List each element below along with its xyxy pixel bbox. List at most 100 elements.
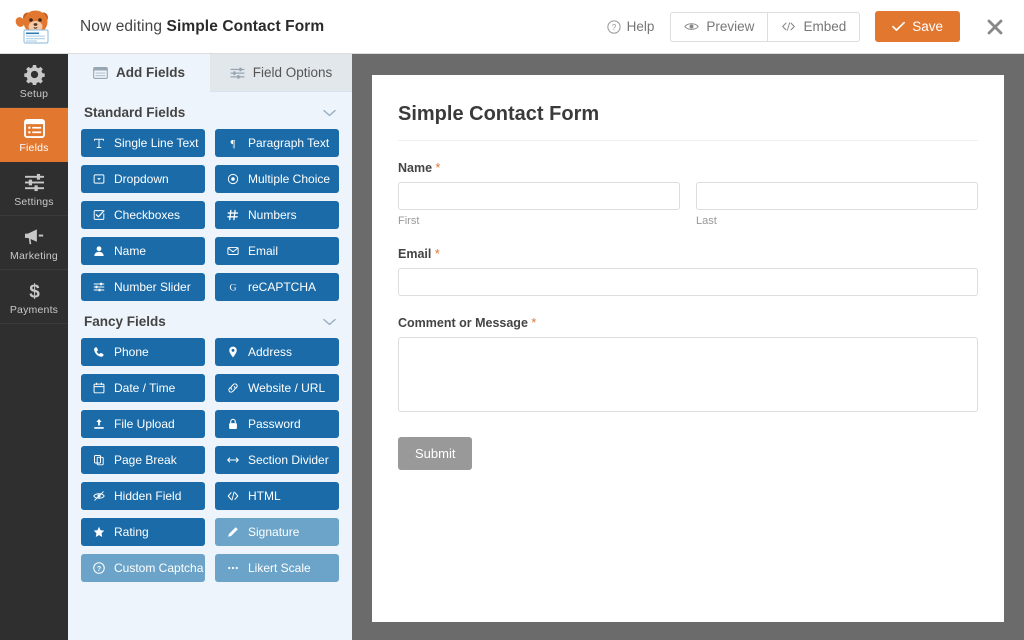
- name-first-col: First: [398, 182, 680, 227]
- field-button-label: reCAPTCHA: [248, 280, 317, 294]
- field-button-name[interactable]: Name: [81, 237, 205, 265]
- svg-text:?: ?: [611, 23, 616, 32]
- star-icon: [92, 526, 105, 538]
- tab-add-fields[interactable]: Add Fields: [68, 54, 210, 92]
- field-button-label: Signature: [248, 525, 300, 539]
- sidebar-label-fields: Fields: [19, 141, 49, 154]
- submit-button[interactable]: Submit: [398, 437, 473, 470]
- check-icon: [892, 21, 906, 31]
- field-button-custom-captcha[interactable]: ? Custom Captcha: [81, 554, 205, 582]
- builder-sidebar: Setup Fields Settings Marketing $ Paymen…: [0, 54, 68, 640]
- field-button-phone[interactable]: Phone: [81, 338, 205, 366]
- tab-field-options[interactable]: Field Options: [210, 54, 352, 92]
- dollar-icon: $: [24, 280, 45, 300]
- preview-button[interactable]: Preview: [670, 11, 768, 42]
- tab-add-fields-label: Add Fields: [115, 65, 185, 80]
- field-button-single-line-text[interactable]: Single Line Text: [81, 129, 205, 157]
- hash-icon: [226, 209, 239, 221]
- close-builder-button[interactable]: [966, 0, 1024, 54]
- editing-title: Now editing Simple Contact Form: [80, 18, 324, 36]
- field-button-date-time[interactable]: Date / Time: [81, 374, 205, 402]
- save-button[interactable]: Save: [875, 11, 960, 42]
- radio-icon: [226, 173, 239, 185]
- field-button-signature[interactable]: Signature: [215, 518, 339, 546]
- first-name-input[interactable]: [398, 182, 680, 210]
- section-header-standard-fields[interactable]: Standard Fields: [68, 92, 352, 129]
- question-circle-icon: ?: [607, 19, 621, 34]
- preview-label: Preview: [706, 19, 755, 34]
- field-button-label: Page Break: [114, 453, 177, 467]
- sidebar-item-payments[interactable]: $ Payments: [0, 270, 68, 324]
- help-button[interactable]: ? Help: [607, 19, 654, 34]
- field-button-password[interactable]: Password: [215, 410, 339, 438]
- list-icon: [23, 118, 45, 139]
- sidebar-label-marketing: Marketing: [10, 249, 58, 262]
- field-button-hidden-field[interactable]: Hidden Field: [81, 482, 205, 510]
- text-icon: [92, 137, 105, 149]
- ellipsis-icon: [226, 562, 239, 574]
- svg-text:$: $: [29, 281, 40, 300]
- message-textarea[interactable]: [398, 337, 978, 412]
- field-button-label: Custom Captcha: [114, 561, 204, 575]
- field-button-file-upload[interactable]: File Upload: [81, 410, 205, 438]
- field-button-label: Multiple Choice: [248, 172, 331, 186]
- field-button-checkboxes[interactable]: Checkboxes: [81, 201, 205, 229]
- field-button-html[interactable]: HTML: [215, 482, 339, 510]
- field-button-likert-scale[interactable]: Likert Scale: [215, 554, 339, 582]
- tab-field-options-label: Field Options: [252, 65, 333, 80]
- sidebar-item-setup[interactable]: Setup: [0, 54, 68, 108]
- sidebar-label-setup: Setup: [19, 87, 49, 100]
- field-button-label: Password: [248, 417, 301, 431]
- pencil-icon: [226, 526, 239, 538]
- field-button-page-break[interactable]: Page Break: [81, 446, 205, 474]
- preview-field-name[interactable]: Name * First Last: [398, 161, 978, 227]
- required-marker: *: [434, 247, 440, 261]
- field-button-grid: Single Line Text ¶ Paragraph Text Dropdown M…: [68, 129, 352, 301]
- phone-icon: [92, 346, 105, 358]
- email-input[interactable]: [398, 268, 978, 296]
- field-button-label: Email: [248, 244, 279, 258]
- sidebar-label-settings: Settings: [14, 195, 54, 208]
- upload-icon: [92, 418, 105, 430]
- paragraph-icon: ¶: [226, 137, 239, 149]
- eye-slash-icon: [92, 490, 105, 502]
- sidebar-item-marketing[interactable]: Marketing: [0, 216, 68, 270]
- field-button-section-divider[interactable]: Section Divider: [215, 446, 339, 474]
- field-button-recaptcha[interactable]: GreCAPTCHA: [215, 273, 339, 301]
- field-button-dropdown[interactable]: Dropdown: [81, 165, 205, 193]
- field-button-label: Single Line Text: [114, 136, 199, 150]
- field-button-label: Website / URL: [248, 381, 326, 395]
- sidebar-item-fields[interactable]: Fields: [0, 108, 68, 162]
- slider-icon: [92, 281, 105, 293]
- preview-field-message[interactable]: Comment or Message *: [398, 316, 978, 417]
- field-button-rating[interactable]: Rating: [81, 518, 205, 546]
- preview-label-name: Name *: [398, 161, 978, 175]
- section-header-fancy-fields[interactable]: Fancy Fields: [68, 301, 352, 338]
- panel-tabs: Add Fields Field Options: [68, 54, 352, 92]
- field-button-label: Numbers: [248, 208, 297, 222]
- field-button-multiple-choice[interactable]: Multiple Choice: [215, 165, 339, 193]
- field-button-address[interactable]: Address: [215, 338, 339, 366]
- last-name-input[interactable]: [696, 182, 978, 210]
- field-button-label: Checkboxes: [114, 208, 181, 222]
- name-subfield-row: First Last: [398, 182, 978, 227]
- field-button-numbers[interactable]: Numbers: [215, 201, 339, 229]
- field-button-grid: Phone Address Date / Time Website / URL File…: [68, 338, 352, 582]
- close-icon: [987, 19, 1003, 34]
- preview-field-email[interactable]: Email *: [398, 247, 978, 296]
- required-marker: *: [435, 161, 441, 175]
- link-icon: [226, 382, 239, 394]
- embed-button[interactable]: Embed: [767, 11, 861, 42]
- field-button-label: Name: [114, 244, 147, 258]
- sidebar-item-settings[interactable]: Settings: [0, 162, 68, 216]
- field-options-icon: [230, 67, 245, 79]
- field-button-label: Hidden Field: [114, 489, 182, 503]
- field-button-number-slider[interactable]: Number Slider: [81, 273, 205, 301]
- field-button-paragraph-text[interactable]: ¶ Paragraph Text: [215, 129, 339, 157]
- add-fields-icon: [93, 66, 108, 79]
- field-button-label: Paragraph Text: [248, 136, 330, 150]
- field-button-website-url[interactable]: Website / URL: [215, 374, 339, 402]
- required-marker: *: [531, 316, 537, 330]
- field-button-email[interactable]: Email: [215, 237, 339, 265]
- wpforms-mascot-icon: [15, 10, 49, 44]
